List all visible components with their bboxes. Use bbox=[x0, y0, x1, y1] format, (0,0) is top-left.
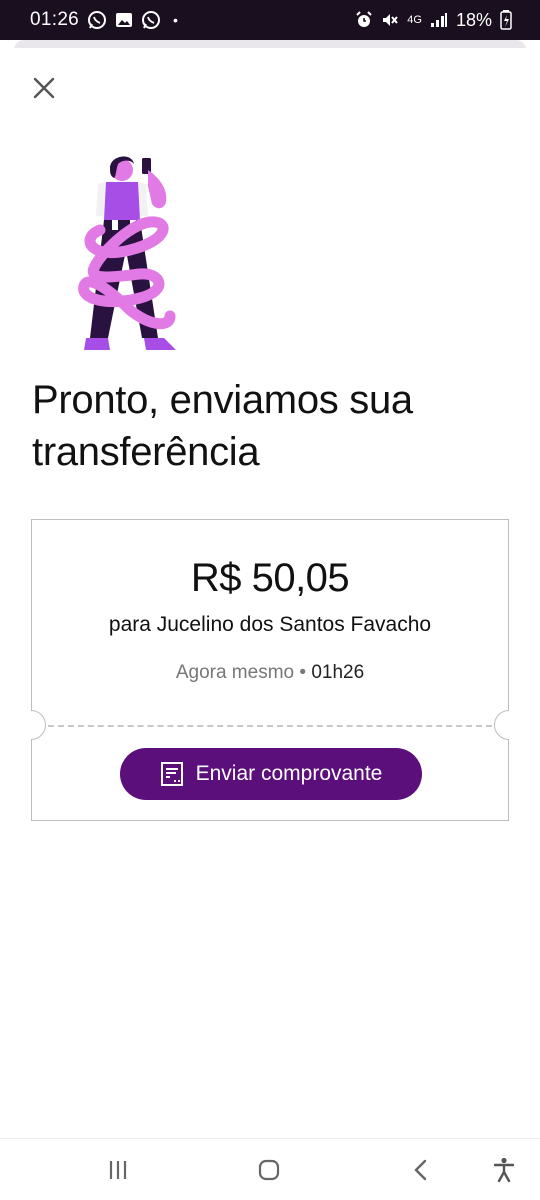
receipt-divider bbox=[48, 725, 492, 727]
signal-icon bbox=[430, 12, 448, 28]
battery-icon bbox=[500, 10, 512, 30]
status-time: 01:26 bbox=[30, 9, 80, 30]
back-button[interactable] bbox=[406, 1155, 436, 1185]
status-left: 01:26 • bbox=[30, 9, 178, 31]
accessibility-icon bbox=[493, 1157, 515, 1183]
transfer-time: Agora mesmo • 01h26 bbox=[32, 662, 508, 684]
transfer-amount: R$ 50,05 bbox=[190, 556, 350, 600]
close-button[interactable] bbox=[26, 70, 62, 106]
status-bar: 01:26 • 4G 18% bbox=[0, 0, 540, 40]
status-right: 4G 18% bbox=[355, 10, 512, 31]
back-icon bbox=[414, 1159, 427, 1181]
mute-icon bbox=[381, 11, 399, 29]
send-receipt-button[interactable]: Enviar comprovante bbox=[120, 748, 422, 800]
gallery-icon bbox=[115, 11, 133, 29]
battery-percent: 18% bbox=[455, 9, 492, 30]
person-illustration bbox=[78, 156, 176, 350]
receipt-icon bbox=[160, 762, 183, 786]
transfer-time-value: 01h26 bbox=[311, 662, 365, 683]
network-type: 4G bbox=[407, 14, 422, 26]
transfer-recipient: para Jucelino dos Santos Favacho bbox=[108, 613, 432, 636]
home-button[interactable] bbox=[254, 1155, 284, 1185]
close-icon bbox=[33, 77, 55, 99]
send-receipt-label: Enviar comprovante bbox=[195, 762, 383, 785]
notification-dot: • bbox=[173, 12, 178, 28]
transfer-receipt: R$ 50,05 para Jucelino dos Santos Favach… bbox=[31, 519, 509, 821]
recent-apps-icon bbox=[109, 1161, 127, 1179]
recent-apps-button[interactable] bbox=[103, 1155, 133, 1185]
whatsapp-icon bbox=[141, 10, 161, 30]
accessibility-button[interactable] bbox=[489, 1155, 519, 1185]
home-icon bbox=[258, 1159, 280, 1181]
page-title: Pronto, enviamos sua transferência bbox=[32, 378, 413, 474]
time-separator: • bbox=[299, 662, 307, 683]
alarm-icon bbox=[355, 11, 373, 29]
system-nav-bar bbox=[0, 1138, 540, 1200]
transfer-when-label: Agora mesmo bbox=[175, 662, 295, 683]
whatsapp-icon bbox=[87, 10, 107, 30]
